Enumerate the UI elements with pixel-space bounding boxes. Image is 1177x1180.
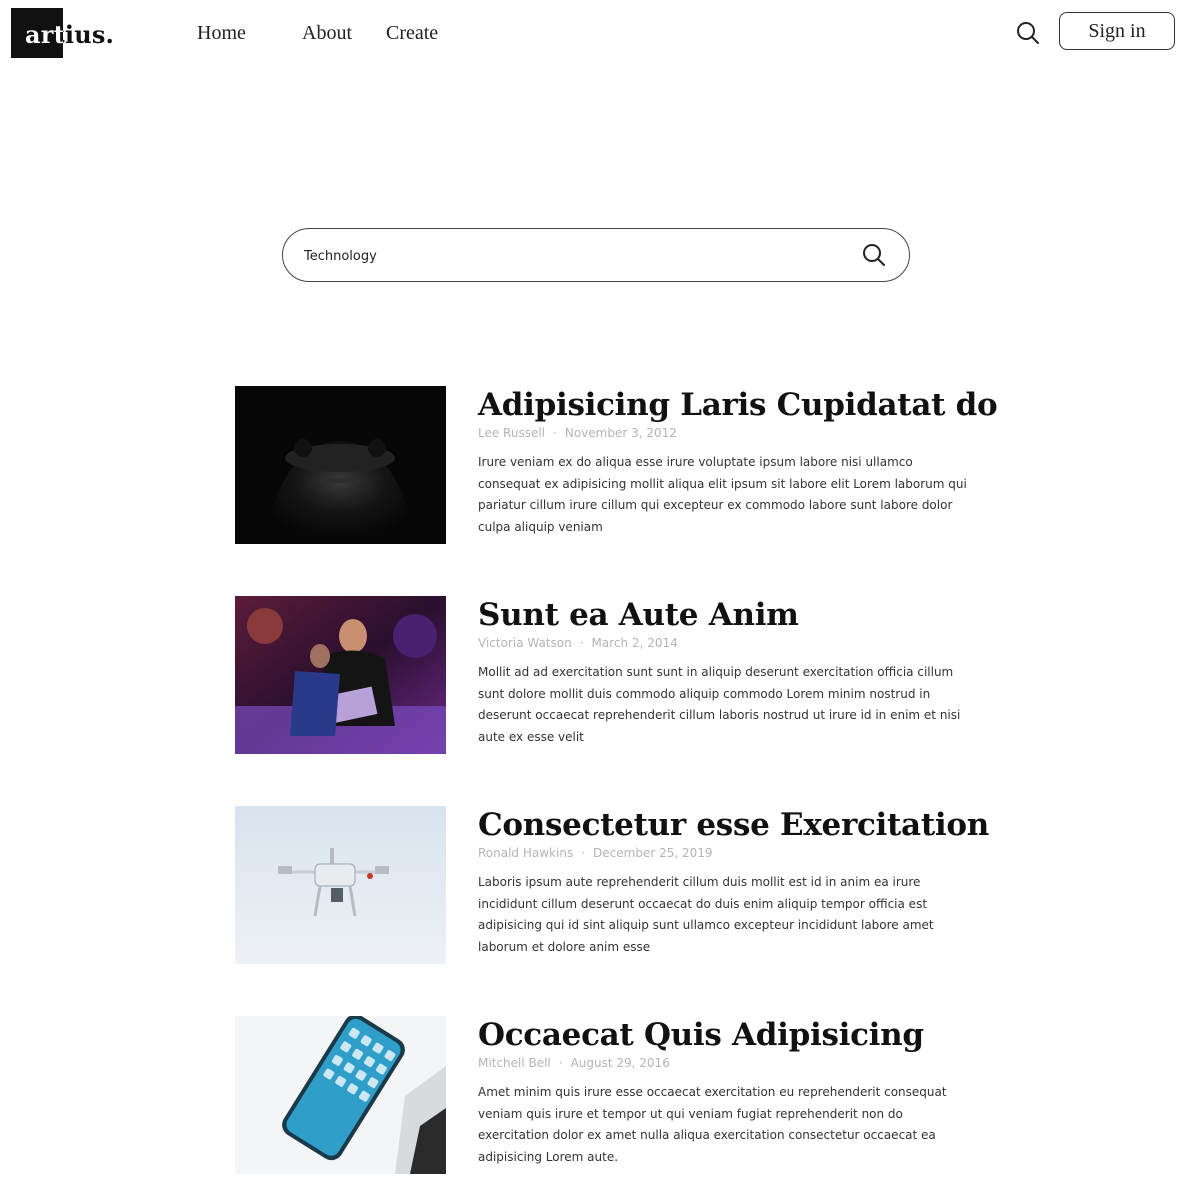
article-card[interactable]: Adipisicing Laris Cupidatat do Lee Russe… <box>235 386 998 546</box>
search-input[interactable] <box>302 242 826 270</box>
article-date: August 29, 2016 <box>570 1056 670 1070</box>
game-controller-image[interactable] <box>235 386 446 544</box>
drone-image[interactable] <box>235 806 446 964</box>
article-excerpt: Irure veniam ex do aliqua esse irure vol… <box>478 455 967 534</box>
article-meta: Mitchell Bell · August 29, 2016 <box>478 1056 968 1074</box>
article-title[interactable]: Sunt ea Aute Anim <box>478 596 968 634</box>
article-body: Consectetur esse Exercitation Ronald Haw… <box>478 806 989 970</box>
site-header: artius. Home About Create Sign in <box>0 0 1177 70</box>
logo-text: artius. <box>25 20 115 49</box>
laptop-event-image[interactable] <box>235 596 446 754</box>
search-bar <box>282 228 910 282</box>
meta-separator: · <box>553 426 557 440</box>
article-title[interactable]: Adipisicing Laris Cupidatat do <box>478 386 998 424</box>
article-card[interactable]: Sunt ea Aute Anim Victoria Watson · March … <box>235 596 995 756</box>
article-card[interactable]: Occaecat Quis Adipisicing Mitchell Bell ·… <box>235 1016 995 1176</box>
article-body: Adipisicing Laris Cupidatat do Lee Russe… <box>478 386 998 550</box>
article-excerpt: Amet minim quis irure esse occaecat exer… <box>478 1085 947 1164</box>
article-title[interactable]: Occaecat Quis Adipisicing <box>478 1016 968 1054</box>
article-card[interactable]: Consectetur esse Exercitation Ronald Haw… <box>235 806 995 966</box>
article-date: December 25, 2019 <box>593 846 713 860</box>
article-title[interactable]: Consectetur esse Exercitation <box>478 806 989 844</box>
article-date: November 3, 2012 <box>564 426 677 440</box>
search-submit-icon[interactable] <box>861 242 887 268</box>
meta-separator: · <box>558 1056 563 1070</box>
brand-logo[interactable]: artius. <box>11 8 131 58</box>
nav-create-link[interactable]: Create <box>386 22 438 45</box>
article-excerpt: Mollit ad ad exercitation sunt sunt in a… <box>478 665 961 744</box>
article-body: Sunt ea Aute Anim Victoria Watson · March … <box>478 596 968 760</box>
nav-about-link[interactable]: About <box>302 22 352 45</box>
meta-separator: · <box>581 846 586 860</box>
sign-in-button[interactable]: Sign in <box>1059 12 1175 50</box>
nav-home-link[interactable]: Home <box>197 22 246 45</box>
article-author[interactable]: Lee Russell <box>478 426 545 440</box>
meta-separator: · <box>579 636 584 650</box>
article-author[interactable]: Ronald Hawkins <box>478 846 573 860</box>
smartphone-image[interactable] <box>235 1016 446 1174</box>
article-body: Occaecat Quis Adipisicing Mitchell Bell ·… <box>478 1016 968 1180</box>
article-excerpt: Laboris ipsum aute reprehenderit cillum … <box>478 875 934 954</box>
article-author[interactable]: Mitchell Bell <box>478 1056 551 1070</box>
article-date: March 2, 2014 <box>591 636 678 650</box>
article-meta: Ronald Hawkins · December 25, 2019 <box>478 846 968 864</box>
search-icon[interactable] <box>1015 20 1041 46</box>
article-meta: Victoria Watson · March 2, 2014 <box>478 636 968 654</box>
article-meta: Lee Russell · November 3, 2012 <box>478 426 968 444</box>
article-author[interactable]: Victoria Watson <box>478 636 572 650</box>
